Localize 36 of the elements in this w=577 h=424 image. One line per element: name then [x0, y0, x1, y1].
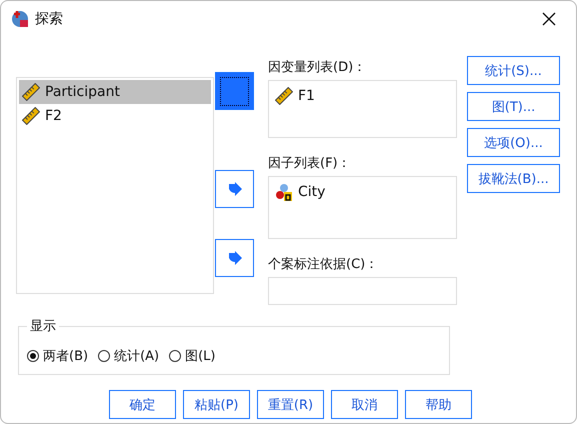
- app-icon: [11, 10, 29, 28]
- list-label: 因变量列表(D)：: [268, 60, 368, 76]
- radio-option[interactable]: 图(L): [169, 346, 216, 364]
- dialog-button[interactable]: 帮助: [405, 390, 472, 419]
- dialog-button[interactable]: 确定: [109, 390, 176, 419]
- arrow-icon: [226, 182, 242, 196]
- variable-item[interactable]: Participant: [19, 80, 211, 104]
- option-button[interactable]: 统计(S)...: [467, 56, 560, 85]
- variable-item[interactable]: F1: [272, 84, 453, 108]
- variable-item[interactable]: City: [272, 180, 453, 204]
- dialog-button[interactable]: 取消: [331, 390, 398, 419]
- move-button[interactable]: [215, 170, 254, 208]
- group-title: 显示: [27, 317, 59, 335]
- option-button[interactable]: 图(T)...: [467, 92, 560, 121]
- ruler-icon: [22, 83, 40, 101]
- dialog-button[interactable]: 重置(R): [257, 390, 324, 419]
- window-title: 探索: [35, 10, 64, 28]
- dialog-button[interactable]: 粘贴(P): [183, 390, 250, 419]
- list-label: 因子列表(F)：: [268, 156, 352, 172]
- close-icon[interactable]: [542, 12, 556, 26]
- source-variable-list[interactable]: Participant F2: [16, 77, 214, 294]
- nominal-icon: [275, 183, 293, 201]
- radio-icon[interactable]: [98, 350, 110, 362]
- move-button[interactable]: [215, 239, 254, 277]
- target-list[interactable]: City: [268, 176, 457, 239]
- radio-option[interactable]: 统计(A): [98, 346, 160, 364]
- option-button[interactable]: 拔靴法(B)...: [467, 164, 560, 193]
- radio-option[interactable]: 两者(B): [27, 346, 88, 364]
- arrow-icon: [226, 251, 242, 265]
- target-list[interactable]: F1: [268, 80, 457, 138]
- radio-icon[interactable]: [27, 350, 39, 362]
- list-label: 个案标注依据(C)：: [268, 257, 380, 273]
- variable-item[interactable]: F2: [19, 104, 211, 128]
- option-button[interactable]: 选项(O)...: [467, 128, 560, 157]
- move-button[interactable]: [215, 72, 254, 110]
- radio-icon[interactable]: [169, 350, 182, 362]
